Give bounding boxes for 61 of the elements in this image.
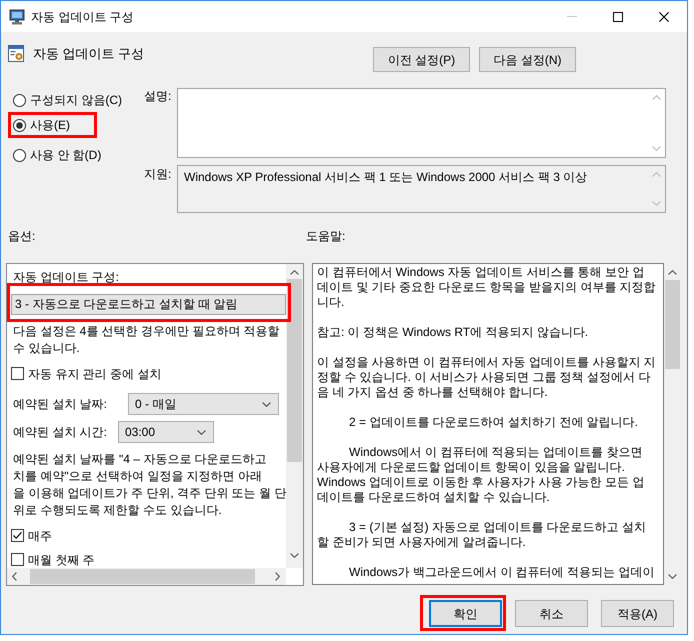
checkbox-label: 매주 [28,528,52,544]
chevron-down-icon [652,201,661,206]
next-setting-button[interactable]: 다음 설정(N) [479,47,576,72]
help-paragraph: Windows에서 이 컴퓨터에 적용되는 업데이트를 찾으면 사용자에게 다운로드할 업데이트 항목이 있음을 알립니다. Windows 업데이트로 이동한 후 사용자가 사용 가능한 모든 업 데이트를 다운로드하여 설치할 수 있습니다. [317,445,646,505]
horizontal-scrollbar[interactable] [7,568,286,585]
chevron-left-icon [12,572,17,581]
help-paragraph: Windows가 백그라운드에서 이 컴퓨터에 적용되는 업데이 [348,565,656,580]
chevron-down-icon [652,146,661,151]
chevron-down-icon [290,553,299,558]
chevron-down-icon [668,574,677,579]
checkbox[interactable] [11,553,24,566]
cancel-button[interactable]: 취소 [515,600,588,627]
radio-label: 사용 안 함(D) [30,147,102,163]
previous-setting-button[interactable]: 이전 설정(P) [373,47,470,72]
checkbox-label: 매월 첫째 주 [28,552,95,568]
radio-button[interactable] [13,118,26,132]
vertical-scrollbar[interactable] [286,264,303,568]
chevron-up-icon [290,270,299,275]
help-paragraph: 이 설정을 사용하면 이 컴퓨터에서 자동 업데이트를 사용할지 지 정할 수 있습니다. 이 서비스가 사용되면 그룹 정책 설정에서 다 음 네 가지 옵션 중 하나를 선택해야 합니다. [317,355,657,400]
section-label: 도움말: [306,228,346,244]
apply-button[interactable]: 적용(A) [601,600,674,627]
chevron-up-icon [652,172,661,177]
ok-button[interactable]: 확인 [429,600,502,627]
help-paragraph: 참고: 이 정책은 Windows RT에 적용되지 않습니다. [317,325,590,340]
radio-label: 사용(E) [30,117,70,133]
help-paragraph: 이 컴퓨터에서 Windows 자동 업데이트 서비스를 통해 보안 업 데이트 및 기타 중요한 다운로드 항목을 받을지의 여부를 지정합 니다. [317,265,657,310]
chevron-down-icon [197,430,206,434]
chevron-up-icon [668,270,677,275]
dropdown[interactable]: 03:00 [118,421,214,443]
description-field[interactable] [177,88,666,158]
computer-icon [9,8,25,24]
chevron-down-icon [262,402,271,406]
note-text: 예약된 설치 날짜를 "4 – 자동으로 다운로드하고 치를 예약"으로 선택하여 일정을 지정하면 아래 을 이용해 업데이트가 주 단위, 격주 단위 또는 월 단 위로 수행되도록 제한할 수도 있습니다. [12,451,286,519]
dropdown[interactable]: 0 - 매일 [128,393,279,415]
scrollbar-thumb[interactable] [665,280,680,369]
chevron-right-icon [275,572,280,581]
policy-title: 자동 업데이트 구성 [33,45,144,63]
scrollbar-thumb[interactable] [30,569,255,584]
window-title: 자동 업데이트 구성 [31,8,134,26]
maximize-icon [613,12,623,22]
window-icon [8,45,24,62]
supported-platforms-text: Windows XP Professional 서비스 팩 1 또는 Windows 2000 서비스 팩 3 이상 [183,169,588,186]
help-paragraph: 3 = (기본 설정) 자동으로 업데이트를 다운로드하고 설치 할 준비가 되면 사용자에게 알려줍니다. [317,520,648,550]
field-label: 예약된 설치 날짜: [13,396,108,412]
checkbox[interactable] [11,529,24,542]
note-text: 다음 설정은 4를 선택한 경우에만 필요하며 적용할 수 있습니다. [12,323,281,357]
chevron-up-icon [652,95,661,100]
checkbox[interactable] [11,367,24,380]
checkbox-label: 자동 유지 관리 중에 설치 [28,366,162,382]
field-label: 지원: [144,166,172,183]
dropdown[interactable]: 3 - 자동으로 다운로드하고 설치할 때 알림 [11,294,286,315]
radio-label: 구성되지 않음(C) [30,92,122,108]
section-label: 옵션: [8,228,36,244]
help-paragraph: 2 = 업데이트를 다운로드하여 설치하기 전에 알립니다. [348,415,640,430]
option-heading: 자동 업데이트 구성: [12,269,120,285]
close-icon [659,12,669,22]
radio-button[interactable] [13,94,26,106]
field-label: 설명: [144,88,172,105]
scrollbar-thumb[interactable] [287,279,302,462]
field-label: 예약된 설치 시간: [13,424,108,440]
radio-button[interactable] [13,148,26,162]
